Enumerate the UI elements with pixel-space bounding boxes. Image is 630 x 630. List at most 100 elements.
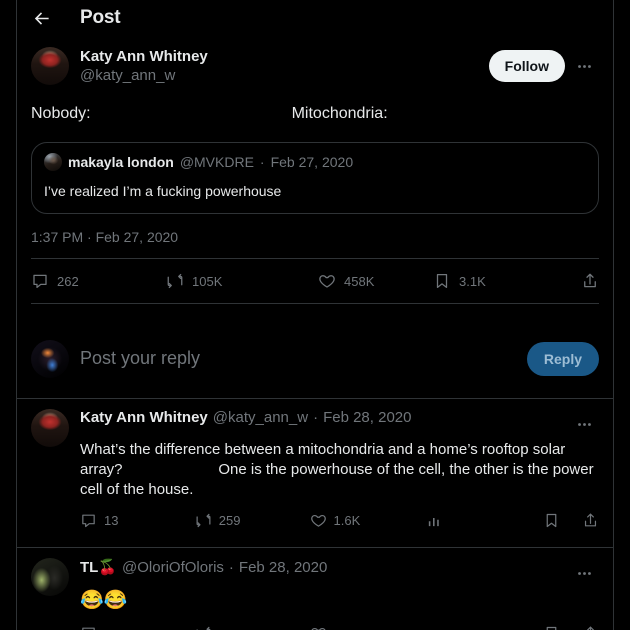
share-icon (584, 513, 597, 527)
reply-display-name: TL🍒 (80, 559, 118, 576)
like-count: 458K (344, 273, 375, 289)
quoted-text: I’ve realized I’m a fucking powerhouse (44, 183, 282, 199)
reply-date: Feb 28, 2020 (238, 559, 328, 576)
author-identity[interactable]: Katy Ann Whitney @katy_ann_w (80, 47, 489, 86)
reply-separator: · (228, 559, 234, 576)
quoted-avatar (44, 153, 62, 171)
reply-icon (82, 514, 95, 528)
reply-input[interactable]: Post your reply (80, 348, 527, 369)
like-icon (310, 514, 326, 527)
like-count: 1.6K (333, 513, 361, 528)
composer-avatar (31, 339, 69, 378)
share-icon (587, 626, 594, 630)
page-title: Post (80, 7, 121, 28)
reply-text: What’s the difference between a mitochon… (80, 441, 598, 498)
repost-action[interactable]: 259 (195, 512, 310, 529)
repost-icon (196, 626, 211, 630)
reply-identity[interactable]: TL🍒 @OloriOfOloris · Feb 28, 2020 (80, 558, 569, 576)
share-action[interactable] (581, 272, 599, 290)
bookmark-count: 3.1K (459, 273, 486, 289)
main-post: Katy Ann Whitney @katy_ann_w Follow Nobo… (17, 36, 613, 304)
views-icon (426, 625, 443, 630)
reply-post: TL🍒 @OloriOfOloris · Feb 28, 2020 😂😂 (17, 548, 613, 630)
post-text-right: Mitochondria: (291, 105, 388, 122)
reply-composer: Post your reply Reply (17, 319, 613, 398)
metrics-bottom-divider (31, 303, 599, 304)
more-options-icon (577, 571, 591, 575)
author-display-name: Katy Ann Whitney (80, 48, 208, 65)
share-action[interactable] (582, 625, 599, 630)
column-rail-right (613, 0, 614, 630)
post-metrics-bar: 262 105K 458K 3.1K (31, 259, 599, 303)
quoted-display-name: makayla london (68, 154, 174, 170)
more-options-button[interactable] (569, 409, 599, 439)
avatar[interactable] (31, 558, 69, 596)
follow-button[interactable]: Follow (488, 50, 565, 82)
like-icon (319, 275, 335, 288)
reply-handle: @katy_ann_w (212, 409, 309, 426)
reply-content: Katy Ann Whitney @katy_ann_w · Feb 28, 2… (80, 409, 599, 537)
column-rail-left (16, 0, 17, 630)
repost-action[interactable] (195, 625, 310, 630)
reply-header: Katy Ann Whitney @katy_ann_w · Feb 28, 2… (80, 409, 599, 439)
reply-count: 13 (104, 513, 119, 528)
repost-count: 105K (192, 273, 223, 289)
avatar[interactable] (31, 47, 69, 85)
reply-icon (82, 627, 95, 630)
reply-action[interactable]: 262 (31, 272, 166, 290)
repost-count: 259 (218, 513, 241, 528)
reply-icon (33, 274, 47, 289)
bookmark-icon (546, 626, 557, 630)
reply-action-bar: 13 259 1.6K (80, 504, 599, 537)
reply-count: 262 (57, 273, 79, 289)
bookmark-action[interactable] (543, 625, 560, 630)
like-action[interactable]: 1.6K (310, 512, 427, 529)
bookmark-icon (436, 273, 448, 289)
more-options-icon (577, 64, 591, 68)
author-handle: @katy_ann_w (80, 67, 176, 84)
post-detail-screen: Post Katy Ann Whitney @katy_ann_w Follow… (0, 0, 630, 630)
more-options-button[interactable] (569, 51, 599, 81)
repost-icon (167, 273, 183, 289)
more-options-button[interactable] (569, 558, 599, 588)
views-action[interactable] (426, 625, 543, 630)
quoted-separator: · (259, 154, 265, 170)
reply-content: TL🍒 @OloriOfOloris · Feb 28, 2020 😂😂 (80, 558, 599, 630)
like-action[interactable] (310, 625, 427, 630)
page-header: Post (17, 0, 613, 36)
reply-separator: · (313, 409, 319, 426)
more-options-icon (577, 422, 591, 426)
views-action[interactable] (426, 512, 543, 529)
back-arrow-icon (34, 11, 49, 25)
like-icon (311, 627, 326, 630)
quoted-post-header: makayla london @MVKDRE · Feb 27, 2020 (44, 153, 586, 171)
post-header-actions: Follow (488, 47, 599, 82)
reply-header: TL🍒 @OloriOfOloris · Feb 28, 2020 (80, 558, 599, 588)
reply-submit-button[interactable]: Reply (526, 341, 599, 376)
avatar[interactable] (31, 409, 69, 447)
reply-action-bar (80, 617, 599, 630)
post-timestamp: 1:37 PM · Feb 27, 2020 (31, 229, 179, 245)
bookmark-action[interactable] (543, 512, 560, 529)
reply-post: Katy Ann Whitney @katy_ann_w · Feb 28, 2… (17, 399, 613, 537)
reply-identity[interactable]: Katy Ann Whitney @katy_ann_w · Feb 28, 2… (80, 409, 569, 426)
reply-text: 😂😂 (80, 590, 128, 611)
repost-action[interactable]: 105K (166, 272, 318, 290)
share-icon (584, 273, 596, 288)
like-action[interactable]: 458K (318, 272, 433, 290)
views-icon (429, 518, 440, 527)
quoted-post-card[interactable]: makayla london @MVKDRE · Feb 27, 2020 I’… (31, 142, 599, 214)
reply-display-name: Katy Ann Whitney (80, 409, 208, 426)
post-text: Nobody: Mitochondria: (31, 94, 599, 124)
repost-icon (196, 513, 211, 528)
bookmark-action[interactable]: 3.1K (433, 272, 581, 290)
bookmark-icon (546, 513, 557, 528)
share-action[interactable] (582, 512, 599, 529)
quoted-handle: @MVKDRE (179, 154, 254, 170)
reply-action[interactable] (80, 625, 195, 630)
reply-handle: @OloriOfOloris (122, 559, 224, 576)
reply-action[interactable]: 13 (80, 512, 195, 529)
reply-date: Feb 28, 2020 (323, 409, 412, 426)
post-text-left: Nobody: (31, 105, 91, 122)
back-button[interactable] (24, 1, 58, 35)
